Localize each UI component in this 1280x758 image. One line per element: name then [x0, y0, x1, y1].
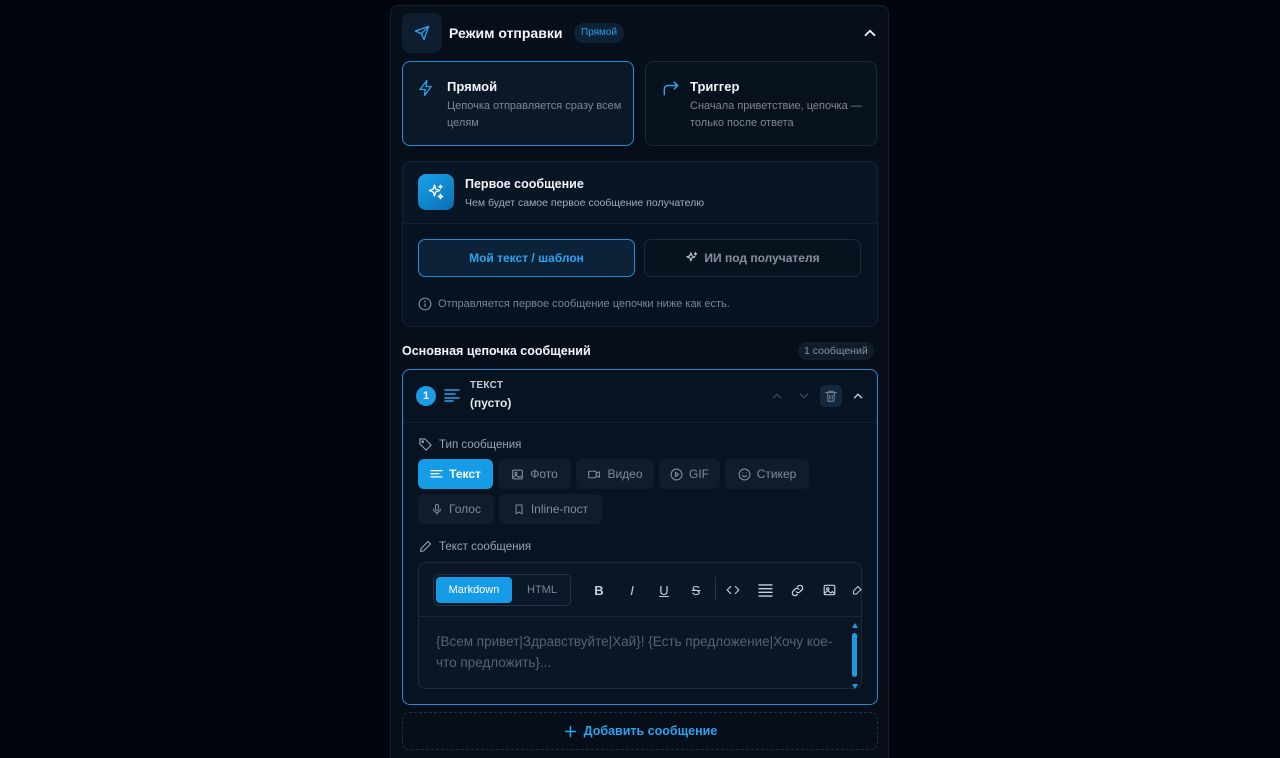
chip-label: Текст [449, 467, 481, 481]
image-icon[interactable] [819, 580, 839, 600]
message-card: 1 ТЕКСТ (пусто) Тип сообщения Текст Фото… [402, 369, 878, 705]
strikethrough-button[interactable]: S [686, 580, 706, 600]
chip-label: GIF [689, 467, 709, 481]
mode-badge: Прямой [574, 23, 625, 43]
info-text: Отправляется первое сообщение цепочки ни… [438, 298, 730, 310]
pencil-icon [418, 539, 433, 554]
chain-title: Основная цепочка сообщений [402, 344, 591, 358]
editor-toolbar: Markdown HTML B I U S [419, 563, 863, 617]
sparkles-icon [685, 251, 699, 265]
smile-icon [738, 468, 751, 481]
link-icon[interactable] [787, 580, 807, 600]
bookmark-icon [513, 503, 525, 516]
markdown-tab[interactable]: Markdown [436, 577, 512, 603]
toolbar-divider [715, 577, 716, 601]
message-preview: (пусто) [470, 396, 512, 410]
tag-icon [418, 437, 433, 452]
play-circle-icon [670, 468, 683, 481]
message-editor: Markdown HTML B I U S {Всем привет|Здрав… [418, 562, 862, 689]
underline-button[interactable]: U [654, 580, 674, 600]
chip-label: Фото [530, 467, 558, 481]
section-text: Текст сообщения [439, 540, 532, 553]
send-mode-panel: Режим отправки Прямой Прямой Цепочка отп… [390, 5, 889, 758]
first-message-header: Первое сообщение Чем будет самое первое … [403, 162, 877, 224]
add-message-label: Добавить сообщение [583, 724, 718, 738]
section-title: Режим отправки [449, 25, 563, 41]
collapse-chevron-up-icon[interactable] [847, 385, 869, 407]
image-icon [511, 468, 524, 481]
chip-label: Inline-пост [530, 502, 589, 516]
bold-button[interactable]: B [589, 580, 609, 600]
message-number-badge: 1 [416, 386, 436, 406]
format-toggle: Markdown HTML [433, 574, 571, 606]
redirect-arrow-icon [660, 78, 682, 98]
mode-card-direct[interactable]: Прямой Цепочка отправляется сразу всем ц… [402, 61, 634, 146]
editor-scrollbar[interactable] [852, 623, 858, 689]
clear-format-icon[interactable] [851, 580, 863, 600]
own-text-template-button[interactable]: Мой текст / шаблон [418, 239, 635, 277]
mode-title: Триггер [690, 79, 740, 94]
html-tab[interactable]: HTML [514, 577, 570, 603]
move-down-chevron-icon[interactable] [793, 385, 815, 407]
mode-title: Прямой [447, 79, 498, 94]
first-message-subtitle: Чем будет самое первое сообщение получат… [465, 197, 705, 209]
first-message-card: Первое сообщение Чем будет самое первое … [402, 161, 878, 327]
mode-description: Цепочка отправляется сразу всем целям [447, 100, 622, 129]
plus-icon [563, 724, 578, 739]
type-chip-photo[interactable]: Фото [498, 459, 571, 489]
message-header[interactable]: 1 ТЕКСТ (пусто) [403, 370, 877, 423]
option-label: ИИ под получателя [704, 251, 820, 265]
message-type-section-label: Тип сообщения [418, 437, 521, 452]
trash-icon[interactable] [820, 385, 842, 407]
add-message-button[interactable]: Добавить сообщение [402, 712, 878, 750]
bolt-icon [417, 78, 435, 98]
type-chip-gif[interactable]: GIF [659, 459, 720, 489]
move-up-chevron-icon[interactable] [766, 385, 788, 407]
type-chip-text[interactable]: Текст [418, 459, 493, 489]
type-chip-inline-post[interactable]: Inline-пост [499, 494, 602, 524]
chip-label: Голос [449, 502, 481, 516]
message-text-input[interactable]: {Всем привет|Здравствуйте|Хай}! {Есть пр… [436, 631, 841, 673]
collapse-chevron-up-icon[interactable] [861, 24, 879, 42]
microphone-icon [431, 503, 443, 516]
lines-icon [430, 469, 443, 480]
chain-count-badge: 1 сообщений [798, 342, 874, 360]
message-text-section-label: Текст сообщения [418, 539, 531, 554]
type-chip-video[interactable]: Видео [576, 459, 654, 489]
code-icon[interactable] [723, 580, 743, 600]
sparkles-icon [418, 174, 454, 210]
section-text: Тип сообщения [439, 438, 522, 451]
italic-button[interactable]: I [622, 580, 642, 600]
scrollbar-thumb[interactable] [852, 633, 857, 677]
ai-per-recipient-button[interactable]: ИИ под получателя [644, 239, 861, 277]
lines-icon [444, 388, 460, 402]
mode-description: Сначала приветствие, цепочка — только по… [690, 100, 862, 129]
type-chip-sticker[interactable]: Стикер [725, 459, 809, 489]
video-icon [587, 468, 601, 481]
first-message-title: Первое сообщение [465, 177, 584, 191]
mode-card-trigger[interactable]: Триггер Сначала приветствие, цепочка — т… [645, 61, 877, 146]
type-chip-voice[interactable]: Голос [418, 494, 494, 524]
chip-label: Видео [607, 467, 643, 481]
message-type-label: ТЕКСТ [470, 380, 504, 391]
align-lines-icon[interactable] [755, 580, 775, 600]
send-icon [402, 13, 442, 53]
option-label: Мой текст / шаблон [469, 251, 584, 265]
first-message-info: Отправляется первое сообщение цепочки ни… [418, 297, 730, 311]
info-icon [418, 297, 432, 311]
chip-label: Стикер [756, 467, 797, 481]
